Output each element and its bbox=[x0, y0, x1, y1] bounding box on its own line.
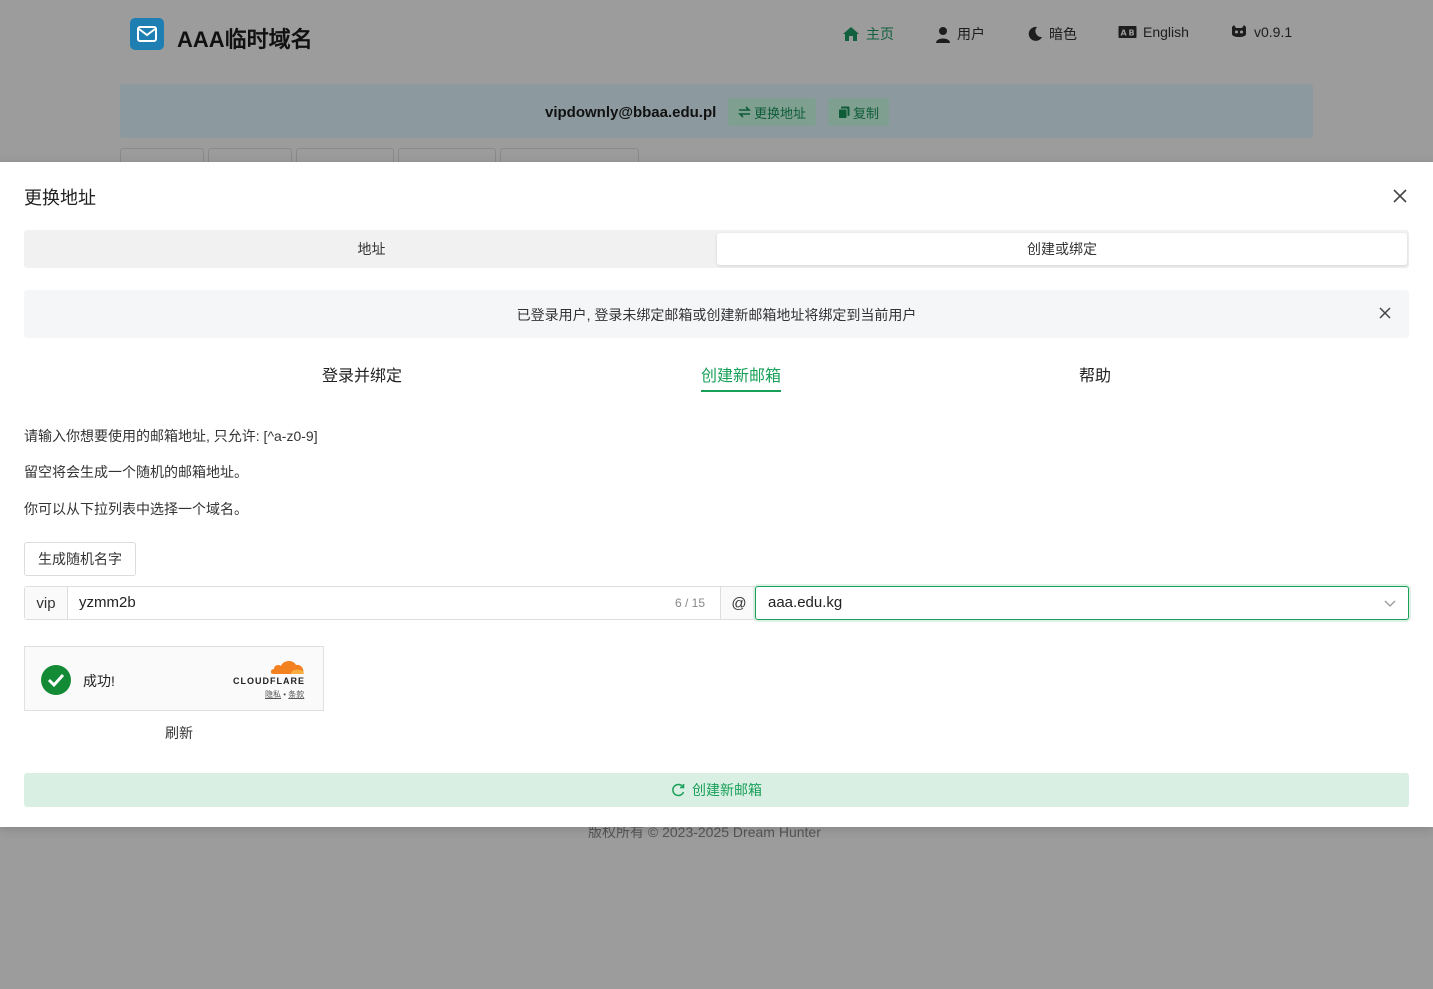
address-banner bbox=[120, 84, 1313, 138]
bg-tab bbox=[500, 148, 639, 162]
instruction-text: 你可以从下拉列表中选择一个域名。 bbox=[24, 501, 248, 517]
refresh-icon bbox=[672, 783, 685, 797]
nav-version-label: v0.9.1 bbox=[1254, 24, 1293, 40]
instruction-text: 请输入你想要使用的邮箱地址, 只允许: [^a-z0-9] bbox=[24, 428, 318, 444]
change-address-label: 更换地址 bbox=[754, 105, 807, 121]
nav-github[interactable]: v0.9.1 bbox=[1230, 24, 1292, 40]
bg-tab bbox=[120, 148, 204, 162]
segment-create-or-bind[interactable]: 创建或绑定 bbox=[717, 233, 1407, 265]
tab-login-and-bind[interactable]: 登录并绑定 bbox=[322, 362, 402, 386]
copy-button[interactable]: 复制 bbox=[828, 98, 890, 126]
terms-link[interactable]: 条款 bbox=[288, 690, 304, 699]
copy-icon bbox=[838, 106, 850, 119]
top-header: AAA临时域名 主页 用户 暗色 AB English v0.9.1 bbox=[0, 0, 1433, 70]
link-separator: • bbox=[283, 690, 287, 699]
dialog-title: 更换地址 bbox=[24, 188, 96, 208]
domain-select-value: aaa.edu.kg bbox=[768, 594, 843, 611]
home-icon bbox=[843, 27, 859, 41]
bg-tab bbox=[208, 148, 292, 162]
svg-text:A: A bbox=[1121, 29, 1128, 38]
nav-user-label: 用户 bbox=[957, 26, 985, 42]
alert-close-icon[interactable] bbox=[1377, 305, 1393, 321]
close-icon[interactable] bbox=[1390, 186, 1410, 206]
nav-language[interactable]: AB English bbox=[1118, 24, 1189, 40]
copy-label: 复制 bbox=[853, 105, 880, 121]
change-address-dialog: 更换地址 地址 创建或绑定 已登录用户, 登录未绑定邮箱或创建新邮箱地址将绑定到… bbox=[0, 162, 1433, 827]
generate-random-name-button[interactable]: 生成随机名字 bbox=[24, 542, 136, 576]
nav-dark-mode[interactable]: 暗色 bbox=[1027, 24, 1077, 44]
tab-help[interactable]: 帮助 bbox=[1079, 362, 1111, 386]
nav-user[interactable]: 用户 bbox=[935, 24, 985, 44]
swap-icon bbox=[738, 106, 751, 118]
alert-text: 已登录用户, 登录未绑定邮箱或创建新邮箱地址将绑定到当前用户 bbox=[516, 307, 917, 323]
bg-tab bbox=[398, 148, 496, 162]
success-check-icon bbox=[41, 665, 71, 695]
domain-select[interactable]: aaa.edu.kg bbox=[755, 586, 1409, 620]
mailbox-name-group: vip yzmm2b 6 / 15 @ bbox=[24, 586, 757, 620]
nav-dark-label: 暗色 bbox=[1049, 26, 1077, 42]
mail-icon[interactable] bbox=[130, 18, 164, 50]
segmented-control: 地址 创建或绑定 bbox=[24, 230, 1409, 268]
moon-icon bbox=[1028, 26, 1042, 41]
turnstile-status: 成功! bbox=[83, 673, 115, 689]
nav-home[interactable]: 主页 bbox=[842, 24, 894, 44]
info-alert: 已登录用户, 登录未绑定邮箱或创建新邮箱地址将绑定到当前用户 bbox=[24, 290, 1409, 338]
tab-create-new-mailbox[interactable]: 创建新邮箱 bbox=[701, 362, 781, 386]
address-prefix: vip bbox=[25, 587, 68, 619]
privacy-link[interactable]: 隐私 bbox=[265, 690, 281, 699]
site-title[interactable]: AAA临时域名 bbox=[177, 22, 313, 54]
mailbox-name-input[interactable]: yzmm2b bbox=[79, 594, 136, 611]
active-tab-indicator bbox=[701, 390, 781, 392]
cloudflare-links: 隐私 • 条款 bbox=[265, 689, 304, 700]
chevron-down-icon bbox=[1384, 600, 1396, 607]
cloudflare-brand: CLOUDFLARE bbox=[233, 676, 305, 686]
github-cat-icon bbox=[1232, 25, 1246, 37]
svg-text:B: B bbox=[1129, 29, 1135, 38]
nav-language-label: English bbox=[1143, 24, 1189, 40]
change-address-button[interactable]: 更换地址 bbox=[728, 98, 817, 126]
cloudflare-turnstile[interactable]: 成功! CLOUDFLARE 隐私 • 条款 bbox=[24, 646, 324, 711]
current-address: vipdownly@bbaa.edu.pl bbox=[545, 104, 717, 121]
refresh-link[interactable]: 刷新 bbox=[165, 723, 193, 743]
nav-home-label: 主页 bbox=[866, 26, 894, 42]
user-icon bbox=[936, 26, 950, 43]
segment-address[interactable]: 地址 bbox=[27, 233, 716, 265]
character-counter: 6 / 15 bbox=[675, 596, 706, 610]
translate-icon: AB bbox=[1118, 26, 1137, 38]
create-button-label: 创建新邮箱 bbox=[692, 782, 762, 798]
bg-tab bbox=[296, 148, 394, 162]
create-new-mailbox-button[interactable]: 创建新邮箱 bbox=[24, 773, 1409, 807]
cloudflare-logo-icon bbox=[270, 660, 304, 674]
at-sign: @ bbox=[720, 587, 757, 619]
instruction-text: 留空将会生成一个随机的邮箱地址。 bbox=[24, 464, 248, 480]
